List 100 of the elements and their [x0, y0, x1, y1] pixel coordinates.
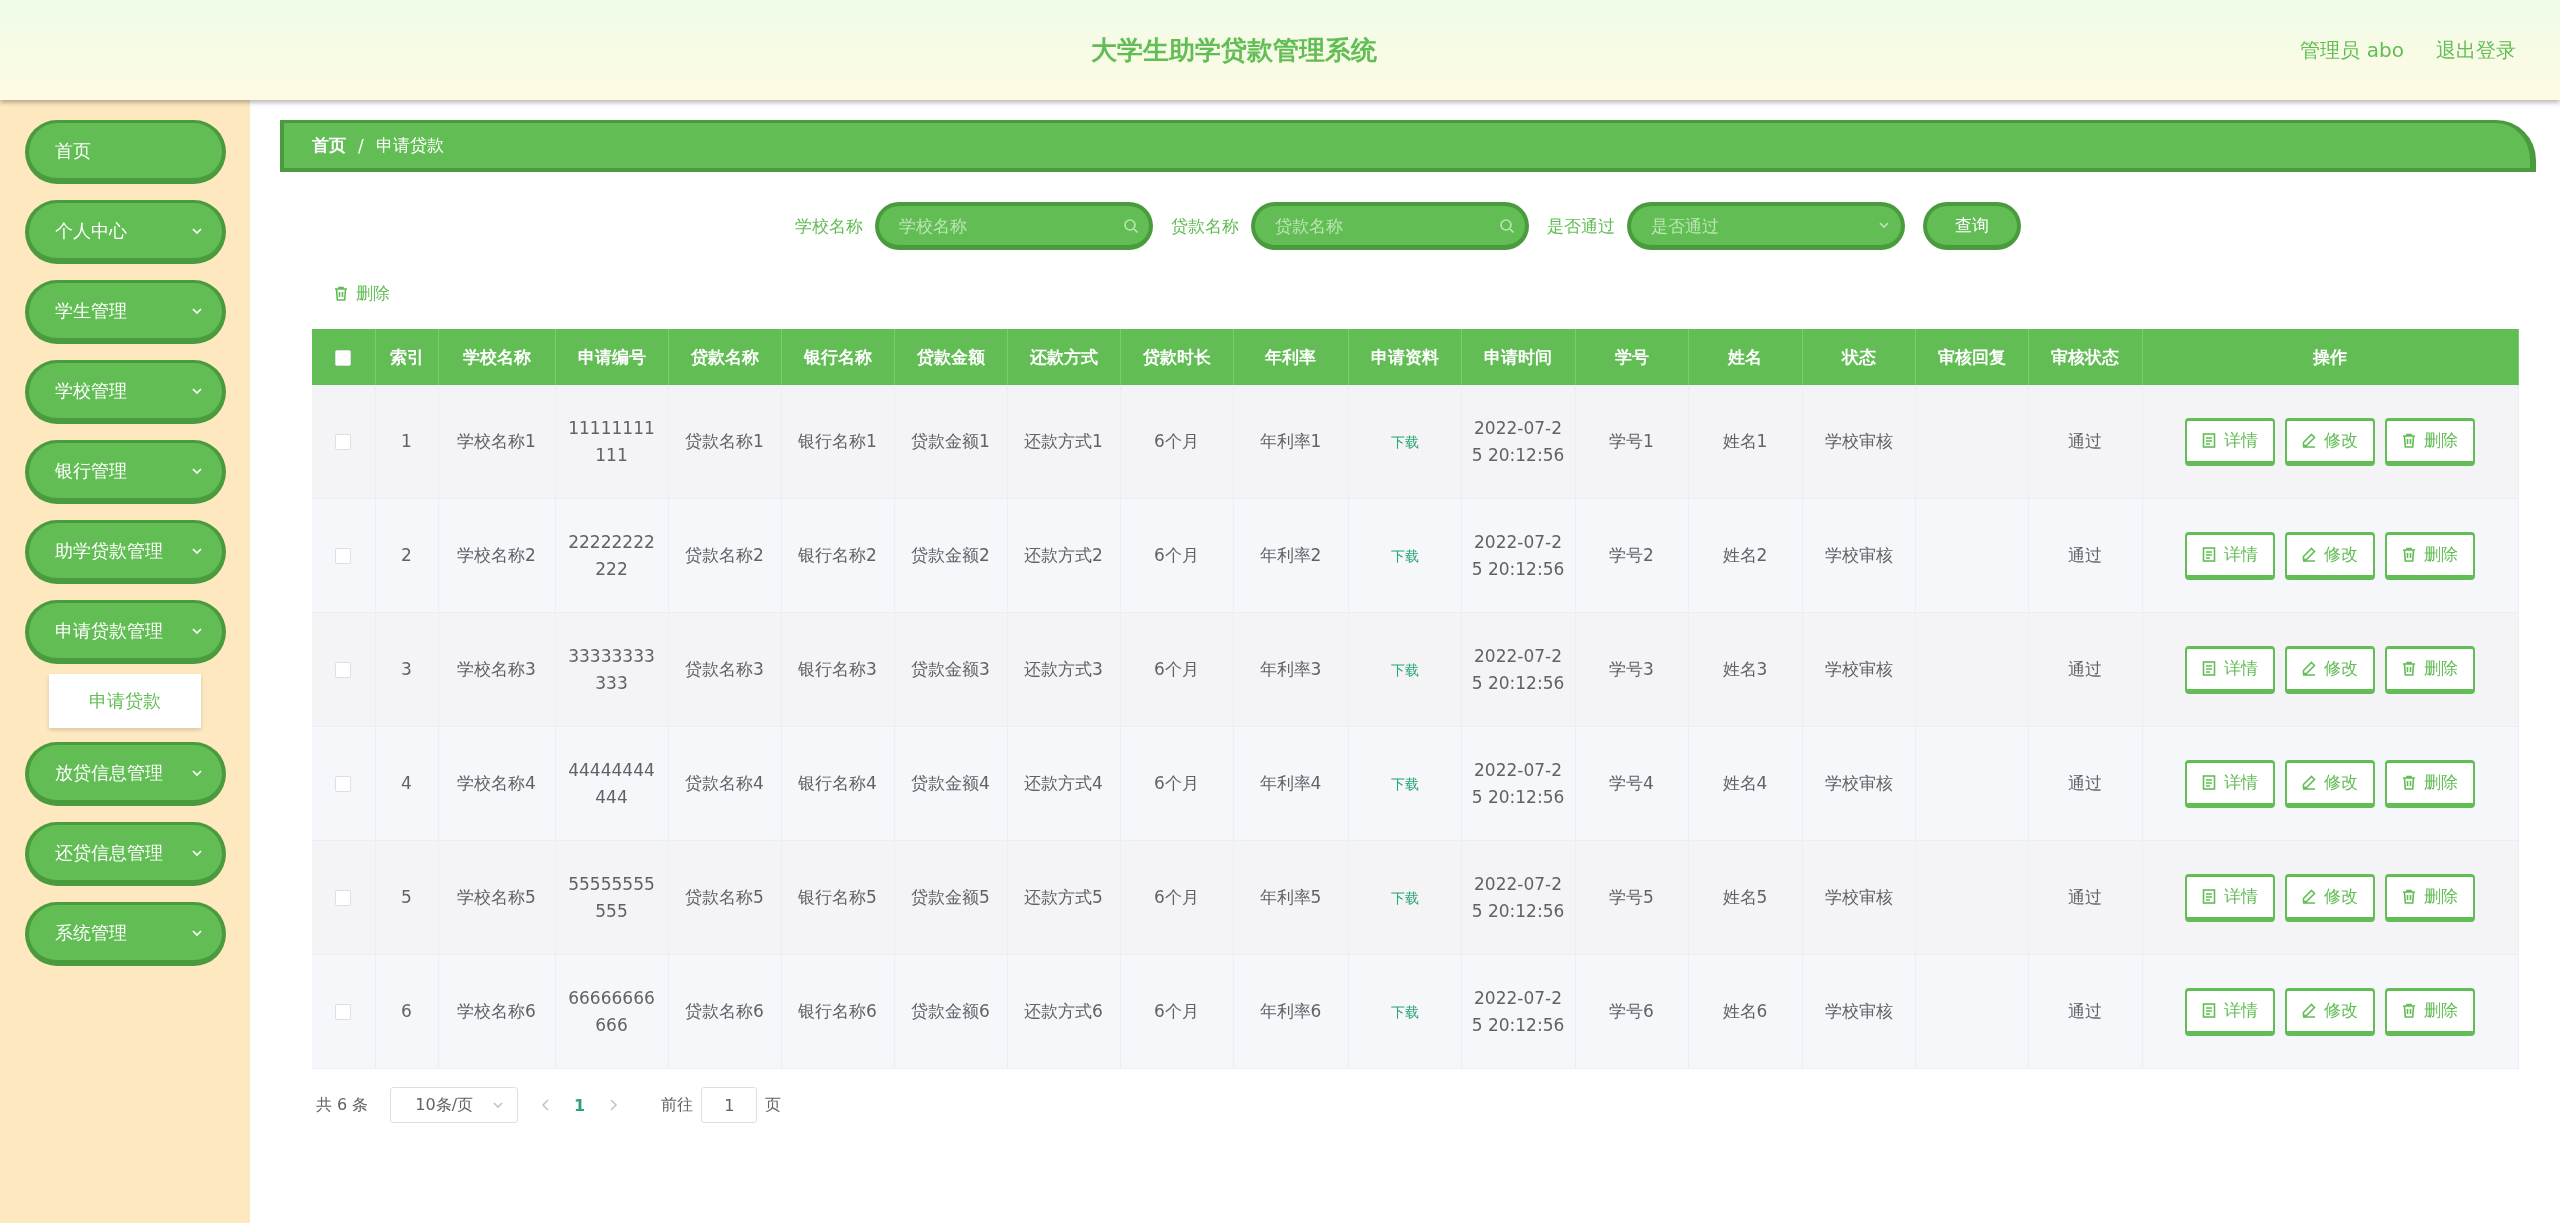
download-link[interactable]: 下载	[1390, 775, 1419, 792]
select-all-checkbox[interactable]	[335, 350, 352, 366]
row-action-button[interactable]: 详情	[2185, 987, 2275, 1036]
sidebar-menu-item[interactable]: 系统管理	[25, 902, 226, 966]
table-cell: 还款方式2	[1007, 498, 1120, 613]
next-page-icon	[607, 1098, 620, 1112]
table-cell: 银行名称3	[781, 612, 894, 727]
sidebar-menu-item[interactable]: 还贷信息管理	[25, 822, 226, 886]
trash-icon	[2402, 433, 2416, 448]
table-cell: 贷款名称1	[668, 385, 781, 499]
trash-icon	[2402, 1003, 2416, 1018]
row-action-button[interactable]: 删除	[2385, 759, 2475, 808]
document-icon	[2202, 661, 2216, 676]
column-header: 申请编号	[555, 329, 668, 385]
sidebar-menu-item[interactable]: 申请贷款管理	[25, 600, 226, 664]
download-link[interactable]: 下载	[1390, 547, 1419, 564]
document-icon	[2202, 1003, 2216, 1018]
table-cell: 学校名称3	[438, 612, 555, 727]
delete-button[interactable]: 删除	[330, 278, 394, 309]
table-cell: 姓名4	[1688, 726, 1802, 841]
table-cell: 3	[375, 612, 438, 727]
sidebar-menu-item[interactable]: 助学贷款管理	[25, 520, 226, 584]
page-input[interactable]: 1	[701, 1087, 758, 1123]
download-link[interactable]: 下载	[1390, 433, 1419, 450]
table-cell: 6个月	[1120, 954, 1233, 1069]
table-cell: 6个月	[1120, 498, 1233, 613]
row-action-button[interactable]: 删除	[2385, 531, 2475, 580]
table-cell: 通过	[2028, 498, 2142, 613]
search-button[interactable]: 查询	[1923, 202, 2021, 250]
sidebar-menu-item[interactable]: 学生管理	[25, 280, 226, 344]
trash-icon	[334, 286, 348, 301]
table-cell: 通过	[2028, 726, 2142, 841]
logout-link[interactable]: 退出登录	[2436, 36, 2516, 64]
download-link[interactable]: 下载	[1390, 661, 1419, 678]
sidebar-menu-item[interactable]: 学校管理	[25, 360, 226, 424]
table-cell: 学校名称4	[438, 726, 555, 841]
table-cell: 贷款名称3	[668, 612, 781, 727]
submenu-item[interactable]: 申请贷款	[49, 674, 201, 728]
row-action-button[interactable]: 删除	[2385, 645, 2475, 694]
row-action-button[interactable]: 详情	[2185, 531, 2275, 580]
row-action-button[interactable]: 删除	[2385, 873, 2475, 922]
column-header: 姓名	[1688, 329, 1802, 385]
table-cell: 还款方式4	[1007, 726, 1120, 841]
sidebar-menu-item[interactable]: 个人中心	[25, 200, 226, 264]
table-cell: 2022-07-25 20:12:56	[1461, 726, 1575, 841]
row-action-button[interactable]: 修改	[2285, 987, 2375, 1036]
table-cell: 贷款金额4	[894, 726, 1007, 841]
row-checkbox[interactable]	[335, 890, 352, 906]
row-action-button[interactable]: 删除	[2385, 417, 2475, 466]
table-cell: 银行名称5	[781, 840, 894, 955]
table-cell: 33333333333	[555, 612, 668, 727]
row-action-button[interactable]: 详情	[2185, 645, 2275, 694]
row-action-button[interactable]: 删除	[2385, 987, 2475, 1036]
sidebar-menu-item[interactable]: 放贷信息管理	[25, 742, 226, 806]
pencil-icon	[2302, 433, 2316, 448]
row-checkbox[interactable]	[335, 548, 352, 564]
table-cell: 贷款金额1	[894, 385, 1007, 499]
table-cell: 年利率1	[1233, 385, 1348, 499]
row-checkbox[interactable]	[335, 1004, 352, 1020]
row-checkbox[interactable]	[335, 776, 352, 792]
table-cell: 55555555555	[555, 840, 668, 955]
table-cell: 年利率2	[1233, 498, 1348, 613]
sidebar-menu-item[interactable]: 首页	[25, 120, 226, 184]
table-cell: 贷款名称6	[668, 954, 781, 1069]
search-field[interactable]: 贷款名称	[1251, 202, 1529, 250]
page-size-select[interactable]: 10条/页	[390, 1087, 519, 1123]
table-cell: 姓名6	[1688, 954, 1802, 1069]
row-action-button[interactable]: 修改	[2285, 417, 2375, 466]
table-cell: 还款方式5	[1007, 840, 1120, 955]
search-field[interactable]: 学校名称	[875, 202, 1153, 250]
row-action-button[interactable]: 修改	[2285, 645, 2375, 694]
column-header: 审核状态	[2028, 329, 2142, 385]
row-action-button[interactable]: 详情	[2185, 417, 2275, 466]
table-cell: 6个月	[1120, 385, 1233, 499]
table-cell: 学号4	[1575, 726, 1688, 841]
row-checkbox[interactable]	[335, 434, 352, 450]
download-link[interactable]: 下载	[1390, 889, 1419, 906]
download-link[interactable]: 下载	[1390, 1003, 1419, 1020]
row-action-button[interactable]: 修改	[2285, 531, 2375, 580]
page-number[interactable]: 1	[574, 1095, 586, 1115]
row-action-button[interactable]: 修改	[2285, 873, 2375, 922]
page-suffix-label: 页	[765, 1094, 782, 1116]
column-header: 贷款时长	[1120, 329, 1233, 385]
table-cell: 贷款金额3	[894, 612, 1007, 727]
row-action-button[interactable]: 修改	[2285, 759, 2375, 808]
row-checkbox[interactable]	[335, 662, 352, 678]
table-cell: 22222222222	[555, 498, 668, 613]
table-cell: 学校审核	[1802, 385, 1915, 499]
breadcrumb-link[interactable]: 首页	[312, 134, 346, 157]
table-cell: 2022-07-25 20:12:56	[1461, 498, 1575, 613]
table-cell: 还款方式6	[1007, 954, 1120, 1069]
sidebar-menu-item[interactable]: 银行管理	[25, 440, 226, 504]
table-cell: 2022-07-25 20:12:56	[1461, 840, 1575, 955]
select-field[interactable]: 是否通过	[1627, 202, 1905, 250]
row-action-button[interactable]: 详情	[2185, 759, 2275, 808]
table-cell: 姓名1	[1688, 385, 1802, 499]
table-cell: 姓名2	[1688, 498, 1802, 613]
row-action-button[interactable]: 详情	[2185, 873, 2275, 922]
document-icon	[2202, 775, 2216, 790]
table-cell: 姓名5	[1688, 840, 1802, 955]
